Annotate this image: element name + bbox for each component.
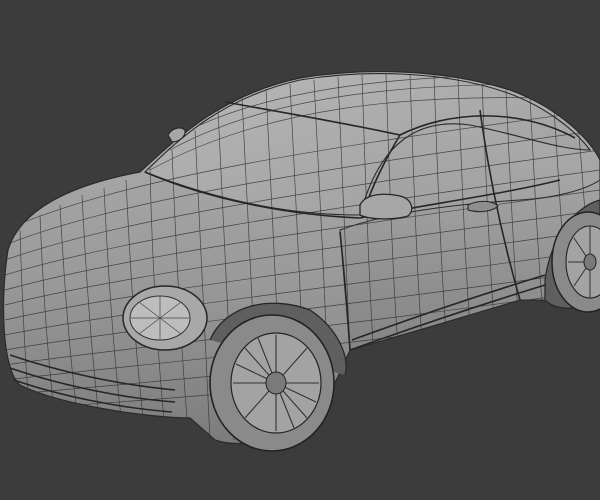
front-wheel <box>209 302 347 452</box>
headlight <box>122 285 208 351</box>
car-wireframe-render <box>2 70 600 452</box>
side-mirror-right <box>359 193 413 220</box>
3d-viewport[interactable] <box>0 0 600 500</box>
